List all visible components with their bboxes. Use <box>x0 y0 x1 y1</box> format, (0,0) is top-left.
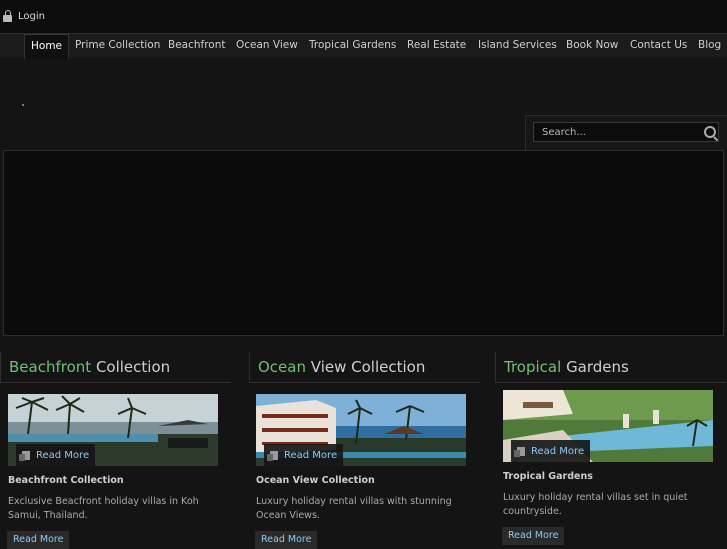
item-description: Exclusive Beacfront holiday villas in Ko… <box>8 496 199 521</box>
featured-slider <box>3 150 724 336</box>
nav-item-island-services[interactable]: Island Services <box>478 34 557 58</box>
section-title-accent: Beachfront <box>9 358 92 376</box>
nav-item-contact-us[interactable]: Contact Us <box>630 34 687 58</box>
item-title: Tropical Gardens <box>503 471 593 482</box>
search-icon[interactable] <box>704 126 716 138</box>
image-read-more-label: Read More <box>284 449 338 461</box>
search-input[interactable] <box>533 122 719 142</box>
beachfront-image[interactable]: Read More <box>8 394 218 466</box>
section-header: Beachfront Collection <box>0 352 231 383</box>
image-read-more[interactable]: Read More <box>264 444 344 466</box>
image-read-more-label: Read More <box>36 449 90 461</box>
login-link[interactable]: Login <box>3 10 45 22</box>
lock-icon <box>3 10 13 22</box>
nav-item-home[interactable]: Home <box>24 34 70 59</box>
section-title-rest: Gardens <box>566 358 629 376</box>
section-title: Ocean View Collection <box>258 358 425 376</box>
section-title-accent: Tropical <box>504 358 562 376</box>
nav-item-blog[interactable]: Blog <box>698 34 721 58</box>
item-description: Luxury holiday rental villas set in quie… <box>503 492 688 517</box>
login-label: Login <box>18 10 45 22</box>
search-box <box>525 115 727 150</box>
nav-item-prime-collection[interactable]: Prime Collection <box>75 34 160 58</box>
image-read-more[interactable]: Read More <box>16 444 96 466</box>
document-icon <box>267 450 278 461</box>
decorative-dot <box>22 104 24 106</box>
section-header: Tropical Gardens <box>495 352 726 383</box>
document-icon <box>19 450 30 461</box>
nav-item-ocean-view[interactable]: Ocean View <box>236 34 298 58</box>
section-title-accent: Ocean <box>258 358 306 376</box>
section-title: Beachfront Collection <box>9 358 170 376</box>
nav-item-book-now[interactable]: Book Now <box>566 34 618 58</box>
tropical-gardens-image[interactable]: Read More <box>503 390 713 462</box>
section-title: Tropical Gardens <box>504 358 629 376</box>
read-more-button[interactable]: Read More <box>502 527 565 545</box>
read-more-button[interactable]: Read More <box>255 531 318 549</box>
nav-item-tropical-gardens[interactable]: Tropical Gardens <box>309 34 396 58</box>
main-navigation: Home Prime Collection Beachfront Ocean V… <box>0 34 727 59</box>
section-title-rest: Collection <box>95 358 171 376</box>
nav-item-real-estate[interactable]: Real Estate <box>407 34 466 58</box>
image-read-more-label: Read More <box>531 445 585 457</box>
section-title-rest: View Collection <box>310 358 426 376</box>
document-icon <box>514 446 525 457</box>
ocean-view-image[interactable]: Read More <box>256 394 466 466</box>
item-description: Luxury holiday rental villas with stunni… <box>256 496 452 521</box>
nav-item-beachfront[interactable]: Beachfront <box>168 34 226 58</box>
section-header: Ocean View Collection <box>249 352 480 383</box>
item-title: Ocean View Collection <box>256 475 375 486</box>
item-title: Beachfront Collection <box>8 475 124 486</box>
read-more-button[interactable]: Read More <box>7 531 70 549</box>
top-bar: Login <box>0 0 727 34</box>
image-read-more[interactable]: Read More <box>511 440 591 462</box>
